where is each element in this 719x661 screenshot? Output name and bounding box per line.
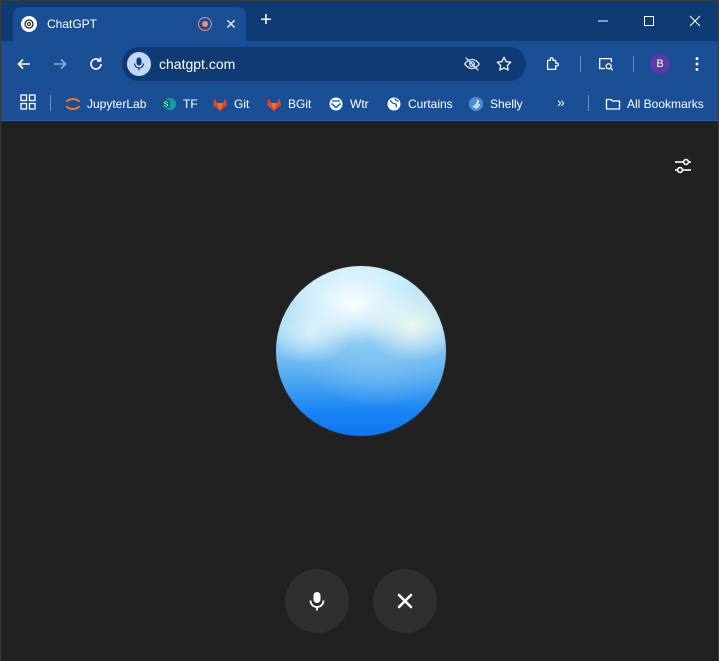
- shelly-icon: [468, 96, 484, 112]
- toolbar-divider: [633, 56, 634, 72]
- forward-arrow-icon: [54, 58, 67, 70]
- openai-logo-icon: [21, 16, 37, 32]
- bookmark-bgit[interactable]: BGit: [266, 93, 311, 115]
- maximize-icon: [644, 16, 654, 26]
- close-icon: [397, 593, 413, 609]
- bookmark-jupyterlab[interactable]: JupyterLab: [65, 93, 146, 115]
- gitlab-icon: [266, 96, 282, 112]
- sliders-icon: [675, 158, 691, 174]
- toolbar-divider: [580, 56, 581, 72]
- apps-grid-icon[interactable]: [20, 94, 36, 110]
- recording-icon: [198, 17, 212, 31]
- tab-chatgpt[interactable]: ChatGPT ✕: [13, 7, 246, 41]
- new-tab-button[interactable]: +: [257, 10, 275, 30]
- search-tab-icon: [599, 57, 614, 71]
- sharepoint-icon: S: [161, 96, 177, 112]
- tab-title: ChatGPT: [47, 17, 98, 31]
- back-button[interactable]: [12, 52, 36, 76]
- browser-toolbar: chatgpt.com B: [1, 41, 718, 87]
- bookmark-tf[interactable]: S TF: [161, 93, 198, 115]
- microphone-permission-chip[interactable]: [127, 52, 151, 76]
- all-bookmarks-button[interactable]: All Bookmarks: [605, 93, 704, 115]
- bookmark-curtains[interactable]: Curtains: [386, 93, 453, 115]
- reload-icon: [90, 57, 102, 70]
- back-arrow-icon: [17, 58, 30, 70]
- jupyter-icon: [65, 96, 81, 112]
- svg-text:S: S: [164, 102, 169, 109]
- bookmarks-overflow-button[interactable]: »: [557, 94, 565, 110]
- address-bar[interactable]: chatgpt.com: [122, 47, 526, 81]
- bookmarks-divider: [50, 95, 51, 111]
- window-controls: [580, 1, 718, 41]
- close-icon: [689, 15, 701, 27]
- profile-avatar[interactable]: B: [650, 54, 670, 74]
- voice-mode-page: [1, 122, 718, 661]
- url-text[interactable]: chatgpt.com: [159, 56, 462, 72]
- bookmark-wtr[interactable]: Wtr: [328, 93, 369, 115]
- close-window-button[interactable]: [672, 1, 718, 41]
- tracking-protection-button[interactable]: [462, 54, 482, 74]
- reload-button[interactable]: [84, 52, 108, 76]
- eye-off-icon: [464, 57, 480, 71]
- maximize-button[interactable]: [626, 1, 672, 41]
- microphone-button[interactable]: [285, 569, 349, 633]
- end-voice-button[interactable]: [373, 569, 437, 633]
- browser-menu-button[interactable]: [687, 54, 707, 74]
- forward-button[interactable]: [48, 52, 72, 76]
- browser-window: ChatGPT ✕ + chatgpt.com B JupyterLab S T…: [0, 0, 719, 661]
- tab-close-icon[interactable]: ✕: [224, 16, 238, 33]
- bookmark-shelly[interactable]: Shelly: [468, 93, 523, 115]
- extensions-icon: [546, 57, 559, 71]
- tab-strip: ChatGPT ✕ +: [1, 1, 718, 41]
- bookmarks-bar: JupyterLab S TF Git BGit Wtr Curtains Sh…: [1, 87, 718, 121]
- microphone-icon: [309, 592, 325, 611]
- voice-settings-button[interactable]: [671, 154, 695, 178]
- voice-orb: [276, 266, 446, 436]
- star-icon: [496, 56, 512, 71]
- minimize-icon: [598, 20, 608, 22]
- bookmark-star-button[interactable]: [494, 54, 514, 74]
- extensions-button[interactable]: [543, 54, 563, 74]
- weather-icon: [328, 96, 344, 112]
- globe-icon: [386, 96, 402, 112]
- search-tabs-button[interactable]: [596, 54, 616, 74]
- more-vertical-icon: [695, 57, 699, 71]
- minimize-button[interactable]: [580, 1, 626, 41]
- bookmark-git[interactable]: Git: [212, 93, 249, 115]
- folder-icon: [605, 96, 621, 112]
- bookmarks-divider: [588, 95, 589, 111]
- gitlab-icon: [212, 96, 228, 112]
- microphone-icon: [133, 57, 145, 71]
